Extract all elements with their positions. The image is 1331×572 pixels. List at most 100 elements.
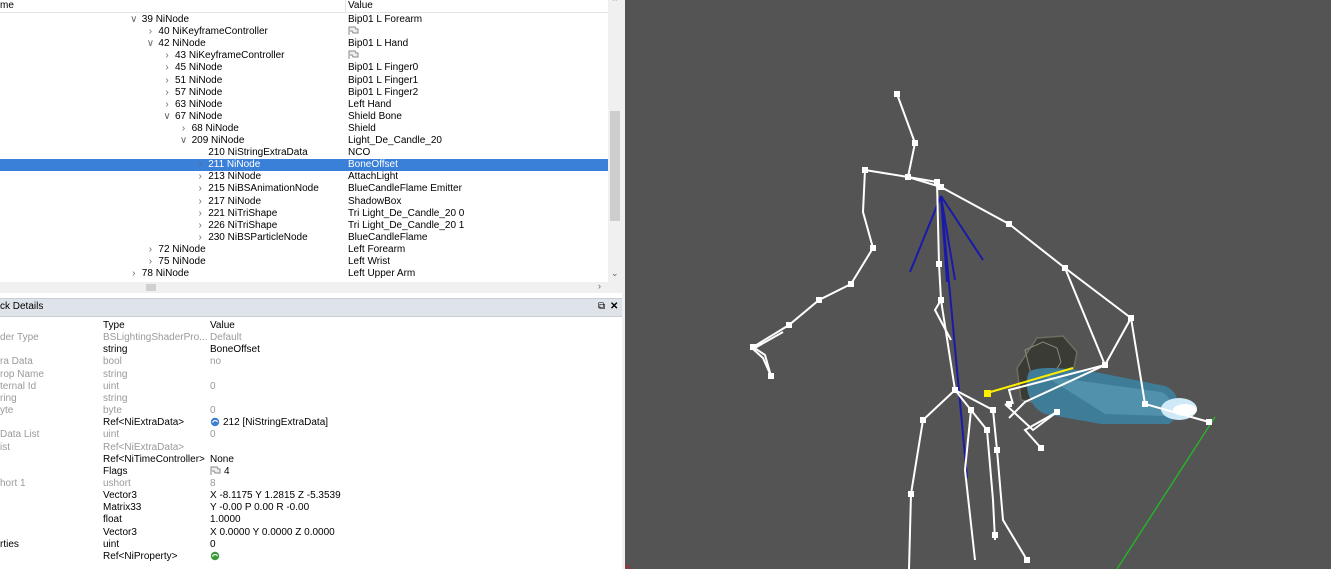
scroll-right-icon[interactable]: › <box>598 281 601 291</box>
tree-row[interactable]: › 72 NiNode Left Forearm <box>0 244 608 256</box>
details-row-value[interactable]: 0 <box>210 539 216 551</box>
details-row[interactable]: float 1.0000 <box>0 514 622 526</box>
green-link-icon[interactable] <box>210 551 223 562</box>
details-row-value[interactable]: X -8.1175 Y 1.2815 Z -5.3539 <box>210 490 341 502</box>
details-header-type[interactable]: Type <box>103 320 125 332</box>
tree-row[interactable]: › 215 NiBSAnimationNode BlueCandleFlame Em… <box>0 183 608 195</box>
chevron-right-icon[interactable]: › <box>195 159 205 171</box>
details-row[interactable]: Vector3 X -8.1175 Y 1.2815 Z -5.3539 <box>0 490 622 502</box>
chevron-right-icon[interactable]: › <box>162 62 172 74</box>
tree-row[interactable]: ∨ 42 NiNode Bip01 L Hand <box>0 38 608 50</box>
tree-row[interactable]: › 230 NiBSParticleNode BlueCandleFlame <box>0 232 608 244</box>
chevron-right-icon[interactable]: › <box>195 183 205 195</box>
details-row[interactable]: Data List uint 0 <box>0 429 622 441</box>
tree-row[interactable]: › 45 NiNode Bip01 L Finger0 <box>0 62 608 74</box>
chevron-down-icon[interactable]: ∨ <box>145 38 155 50</box>
details-row-value[interactable]: 8 <box>210 478 216 490</box>
details-row[interactable]: string BoneOffset <box>0 344 622 356</box>
column-header-name[interactable]: me <box>0 0 345 13</box>
details-row[interactable]: ring string <box>0 393 622 405</box>
details-row[interactable]: Ref<NiExtraData> 212 [NiStringExtraData] <box>0 417 622 429</box>
chevron-down-icon[interactable]: ∨ <box>179 135 189 147</box>
skeleton-joints[interactable] <box>750 91 1212 563</box>
tree-hscroll-thumb[interactable] <box>146 284 156 291</box>
details-row-value[interactable]: 0 <box>210 429 216 441</box>
tree-row[interactable]: › 63 NiNode Left Hand <box>0 99 608 111</box>
details-row[interactable]: Ref<NiTimeController> None <box>0 454 622 466</box>
tree-vertical-scrollbar[interactable]: ⌃ ⌄ <box>608 0 622 282</box>
details-row-value[interactable]: Default <box>210 332 242 344</box>
skeleton-scene[interactable] <box>624 0 1331 570</box>
details-row[interactable]: Vector3 X 0.0000 Y 0.0000 Z 0.0000 <box>0 527 622 539</box>
details-row[interactable]: yte byte 0 <box>0 405 622 417</box>
details-row-value[interactable]: 0 <box>210 405 216 417</box>
tree-row[interactable]: › 78 NiNode Left Upper Arm <box>0 268 608 280</box>
tree-row[interactable]: ∨ 67 NiNode Shield Bone <box>0 111 608 123</box>
tree-row[interactable]: › 43 NiKeyframeController <box>0 50 608 62</box>
tree-row[interactable]: ∨ 39 NiNode Bip01 L Forearm <box>0 14 608 26</box>
column-header-value[interactable]: Value <box>345 0 608 13</box>
details-row-value[interactable]: 4 <box>210 466 230 478</box>
tree-row[interactable]: › 226 NiTriShape Tri Light_De_Candle_20 1 <box>0 220 608 232</box>
highlighted-joint[interactable] <box>984 390 991 397</box>
details-row-value[interactable]: Y -0.00 P 0.00 R -0.00 <box>210 502 309 514</box>
chevron-right-icon[interactable]: › <box>145 26 155 38</box>
tree-row[interactable]: › 68 NiNode Shield <box>0 123 608 135</box>
chevron-down-icon[interactable]: ∨ <box>162 111 172 123</box>
float-icon[interactable]: ⧉ <box>598 299 605 315</box>
details-row-value[interactable]: X 0.0000 Y 0.0000 Z 0.0000 <box>210 527 335 539</box>
chevron-right-icon[interactable]: › <box>162 75 172 87</box>
details-row-value[interactable] <box>210 551 223 563</box>
scroll-down-icon[interactable]: ⌄ <box>611 268 619 279</box>
tree-row[interactable]: › 51 NiNode Bip01 L Finger1 <box>0 75 608 87</box>
chevron-right-icon[interactable]: › <box>195 220 205 232</box>
tree-row[interactable]: › 40 NiKeyframeController <box>0 26 608 38</box>
block-details-titlebar[interactable]: ck Details ⧉ ✕ <box>0 298 622 317</box>
block-list-tree[interactable]: me Value ∨ 39 NiNode Bip01 L Forearm › 40 Ni… <box>0 0 608 282</box>
chevron-right-icon[interactable]: › <box>145 256 155 268</box>
chevron-right-icon[interactable]: › <box>162 99 172 111</box>
chevron-right-icon[interactable]: › <box>195 208 205 220</box>
chevron-down-icon[interactable]: ∨ <box>129 14 139 26</box>
chevron-right-icon[interactable]: › <box>195 171 205 183</box>
tree-row[interactable]: › 211 NiNode BoneOffset <box>0 159 608 172</box>
tree-row[interactable]: › 221 NiTriShape Tri Light_De_Candle_20 0 <box>0 208 608 220</box>
chevron-right-icon[interactable]: › <box>195 196 205 208</box>
details-row-value[interactable]: no <box>210 356 221 368</box>
details-row-value[interactable]: None <box>210 454 234 466</box>
details-row[interactable]: rop Name string <box>0 369 622 381</box>
link-icon[interactable] <box>210 417 223 428</box>
details-row[interactable]: Flags 4 <box>0 466 622 478</box>
block-details-table[interactable]: Type Value der Type BSLightingShaderPro..… <box>0 320 622 569</box>
details-row-value[interactable]: BoneOffset <box>210 344 260 356</box>
chevron-right-icon[interactable]: › <box>129 268 139 280</box>
tree-row[interactable]: › 75 NiNode Left Wrist <box>0 256 608 268</box>
close-icon[interactable]: ✕ <box>610 299 618 315</box>
chevron-right-icon[interactable]: › <box>162 50 172 62</box>
details-row[interactable]: ra Data bool no <box>0 356 622 368</box>
tree-row[interactable]: › 57 NiNode Bip01 L Finger2 <box>0 87 608 99</box>
details-row[interactable]: hort 1 ushort 8 <box>0 478 622 490</box>
details-row[interactable]: ist Ref<NiExtraData> <box>0 442 622 454</box>
details-row[interactable]: der Type BSLightingShaderPro... Default <box>0 332 622 344</box>
chevron-right-icon[interactable]: › <box>145 244 155 256</box>
tree-row[interactable]: › 213 NiNode AttachLight <box>0 171 608 183</box>
details-row-value[interactable]: 1.0000 <box>210 514 241 526</box>
chevron-right-icon[interactable]: › <box>179 123 189 135</box>
details-row-value[interactable]: 212 [NiStringExtraData] <box>210 417 328 429</box>
details-header-value[interactable]: Value <box>210 320 235 332</box>
chevron-right-icon[interactable]: › <box>195 232 205 244</box>
tree-row[interactable]: ∨ 209 NiNode Light_De_Candle_20 <box>0 135 608 147</box>
details-row[interactable]: Matrix33 Y -0.00 P 0.00 R -0.00 <box>0 502 622 514</box>
chevron-right-icon[interactable]: › <box>162 87 172 99</box>
tree-horizontal-scrollbar[interactable]: › <box>0 281 608 293</box>
tree-scroll-thumb[interactable] <box>610 111 620 221</box>
tree-row[interactable]: › 217 NiNode ShadowBox <box>0 196 608 208</box>
render-viewport[interactable] <box>624 0 1331 570</box>
details-row[interactable]: Ref<NiProperty> <box>0 551 622 563</box>
details-row-value[interactable]: 0 <box>210 381 216 393</box>
tree-row[interactable]: 210 NiStringExtraData NCO <box>0 147 608 159</box>
details-row[interactable]: rties uint 0 <box>0 539 622 551</box>
scroll-up-icon[interactable]: ⌃ <box>611 0 619 8</box>
details-row[interactable]: ternal Id uint 0 <box>0 381 622 393</box>
